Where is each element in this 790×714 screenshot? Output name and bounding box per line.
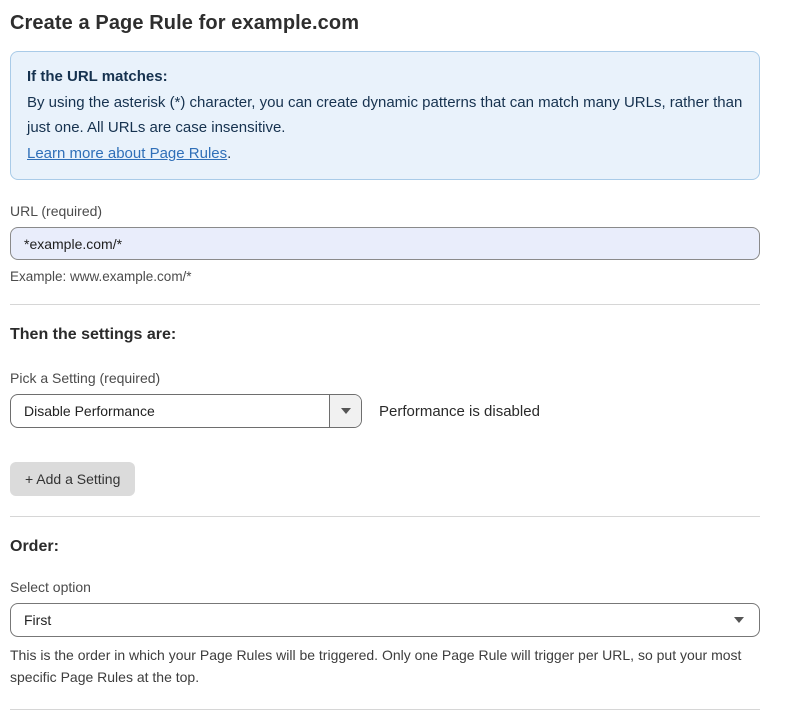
chevron-down-icon <box>341 408 351 414</box>
page-rule-form: Create a Page Rule for example.com If th… <box>0 0 790 714</box>
divider <box>10 709 760 710</box>
divider <box>10 304 760 305</box>
add-setting-button[interactable]: + Add a Setting <box>10 462 135 496</box>
page-title: Create a Page Rule for example.com <box>10 0 760 35</box>
learn-more-link[interactable]: Learn more about Page Rules <box>27 145 227 162</box>
chevron-down-icon <box>734 617 744 623</box>
info-box-heading: If the URL matches: <box>27 64 743 90</box>
order-select[interactable]: First <box>10 603 760 637</box>
url-input[interactable] <box>10 227 760 260</box>
url-label: URL (required) <box>10 203 760 219</box>
setting-select[interactable]: Disable Performance <box>10 394 362 428</box>
setting-row: Disable Performance Performance is disab… <box>10 394 760 428</box>
setting-status-text: Performance is disabled <box>379 403 540 420</box>
url-example-text: Example: www.example.com/* <box>10 269 760 284</box>
divider <box>10 516 760 517</box>
info-box-link-line: Learn more about Page Rules. <box>27 141 743 167</box>
settings-heading: Then the settings are: <box>10 326 760 344</box>
order-select-label: Select option <box>10 579 760 595</box>
order-heading: Order: <box>10 538 760 556</box>
setting-select-arrow-button[interactable] <box>329 395 361 427</box>
pick-setting-label: Pick a Setting (required) <box>10 370 760 386</box>
order-select-value: First <box>24 612 51 628</box>
order-help-text: This is the order in which your Page Rul… <box>10 644 760 689</box>
link-period: . <box>227 145 231 162</box>
info-box-body: By using the asterisk (*) character, you… <box>27 90 743 141</box>
setting-select-value: Disable Performance <box>11 395 155 427</box>
url-match-info-box: If the URL matches: By using the asteris… <box>10 51 760 180</box>
